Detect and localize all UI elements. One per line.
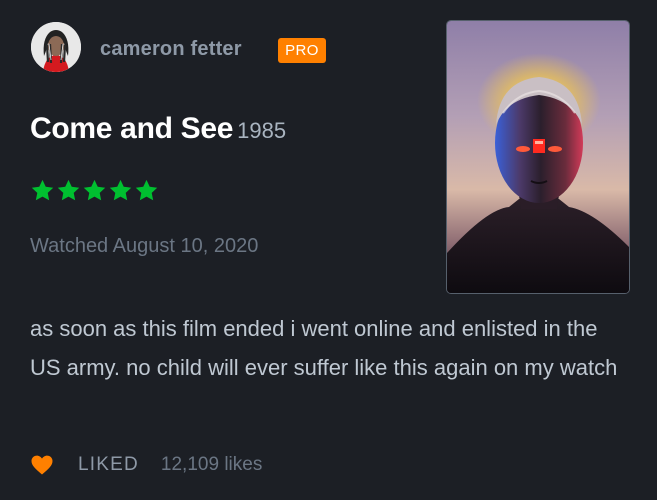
star-icon xyxy=(57,179,80,201)
pro-badge: PRO xyxy=(278,38,326,63)
like-count[interactable]: 12,109 likes xyxy=(161,454,262,476)
review-footer: LIKED 12,109 likes xyxy=(30,450,262,480)
review-text: as soon as this film ended i went online… xyxy=(30,316,618,380)
film-title[interactable]: Come and See xyxy=(30,112,233,145)
film-heading: Come and See 1985 xyxy=(30,112,286,146)
reviewer-name[interactable]: cameron fetter xyxy=(100,38,242,61)
watched-date: Watched August 10, 2020 xyxy=(30,235,259,257)
star-icon xyxy=(135,179,158,201)
heart-icon[interactable] xyxy=(30,453,54,477)
star-icon xyxy=(109,179,132,201)
film-poster[interactable] xyxy=(446,20,630,294)
star-icon xyxy=(31,179,54,201)
avatar[interactable] xyxy=(31,22,81,72)
review-card: cameron fetter PRO Come and See 1985 Watc… xyxy=(0,0,657,500)
film-year[interactable]: 1985 xyxy=(237,118,286,143)
liked-label[interactable]: LIKED xyxy=(78,454,139,476)
star-rating xyxy=(30,178,159,204)
star-icon xyxy=(83,179,106,201)
